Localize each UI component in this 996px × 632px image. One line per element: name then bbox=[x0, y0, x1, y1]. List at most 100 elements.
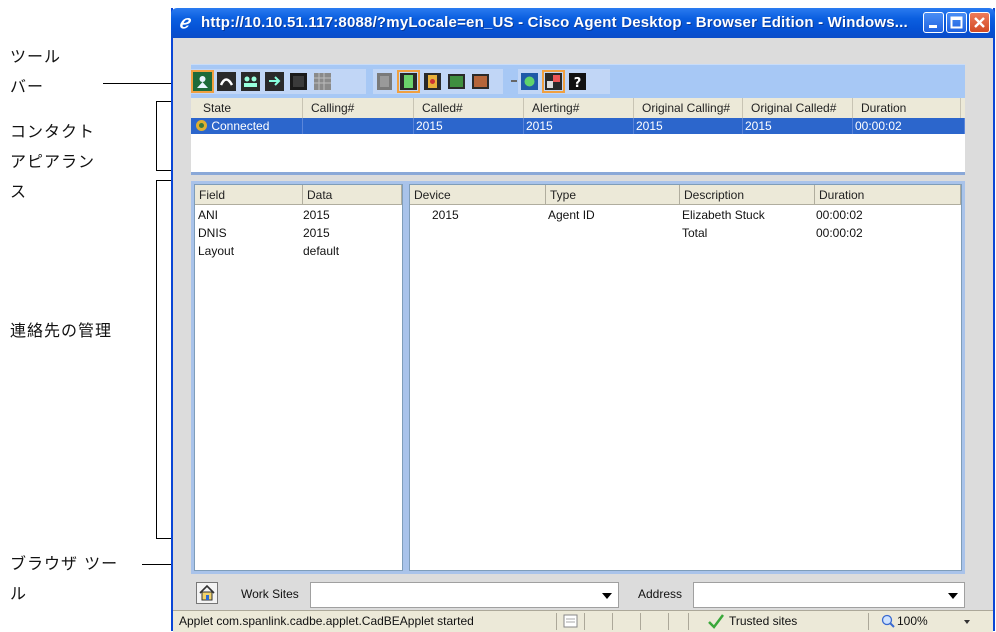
close-icon bbox=[974, 17, 985, 28]
record-icon[interactable] bbox=[470, 71, 491, 92]
status-segment bbox=[612, 613, 640, 630]
not-ready-icon[interactable] bbox=[397, 70, 420, 93]
state-value: Connected bbox=[211, 119, 270, 133]
keypad-icon[interactable] bbox=[312, 71, 333, 92]
cell-original-calling: 2015 bbox=[634, 118, 743, 134]
zone-label: Trusted sites bbox=[729, 614, 798, 628]
cell-calling bbox=[303, 118, 414, 134]
work-icon[interactable] bbox=[422, 71, 443, 92]
title-bar[interactable]: ℯ http://10.10.51.117:8088/?myLocale=en_… bbox=[171, 8, 995, 38]
toolbar-separator bbox=[511, 80, 517, 82]
description-value: Elizabeth Stuck bbox=[682, 208, 765, 222]
hold-icon[interactable] bbox=[288, 71, 309, 92]
checkmark-icon bbox=[708, 614, 724, 629]
home-button[interactable] bbox=[196, 582, 218, 604]
column-calling[interactable]: Calling# bbox=[303, 98, 414, 118]
field-ani: ANI bbox=[198, 208, 219, 222]
browser-tools-bar: Work Sites Address bbox=[191, 579, 965, 609]
cell-state: Connected bbox=[191, 118, 303, 134]
toolbar-group-tools: ? bbox=[518, 69, 610, 94]
status-message: Applet com.spanlink.cadbe.applet.CadBEAp… bbox=[179, 614, 474, 628]
status-segment bbox=[668, 613, 688, 630]
total-label: Total bbox=[682, 226, 708, 240]
help-icon[interactable]: ? bbox=[567, 71, 588, 92]
type-value: Agent ID bbox=[548, 208, 595, 222]
security-zone[interactable]: Trusted sites bbox=[688, 613, 868, 630]
column-called[interactable]: Called# bbox=[414, 98, 524, 118]
minimize-icon bbox=[929, 25, 937, 28]
maximize-icon bbox=[950, 16, 963, 29]
annotation-contact-management: 連絡先の管理 bbox=[10, 321, 113, 340]
status-segment bbox=[640, 613, 668, 630]
cell-alerting: 2015 bbox=[524, 118, 634, 134]
annotation-management-bracket bbox=[156, 180, 157, 539]
duration-value: 00:00:02 bbox=[816, 208, 863, 222]
field-dnis: DNIS bbox=[198, 226, 227, 240]
column-duration[interactable]: Duration bbox=[853, 98, 961, 118]
annotation-contact-appearance: コンタクト アピアラン ス bbox=[10, 122, 96, 201]
page-icon bbox=[563, 614, 578, 628]
annotation-toolbar: ツール バー bbox=[10, 47, 62, 96]
data-ani: 2015 bbox=[303, 208, 330, 222]
window-title: http://10.10.51.117:8088/?myLocale=en_US… bbox=[201, 14, 908, 31]
field-layout: Layout bbox=[198, 244, 235, 258]
transfer-icon[interactable] bbox=[264, 71, 285, 92]
column-type[interactable]: Type bbox=[546, 185, 680, 205]
column-description[interactable]: Description bbox=[680, 185, 815, 205]
data-layout: default bbox=[303, 244, 340, 258]
column-field[interactable]: Field bbox=[195, 185, 303, 205]
column-alerting[interactable]: Alerting# bbox=[524, 98, 634, 118]
agent-state-icon[interactable] bbox=[191, 70, 214, 93]
address-dropdown[interactable] bbox=[693, 582, 965, 608]
conference-icon[interactable] bbox=[240, 71, 261, 92]
call-activity-pane: Device Type Description Duration 2015 Ag… bbox=[409, 184, 962, 571]
status-segment bbox=[584, 613, 612, 630]
agent-toolbar: ? bbox=[191, 64, 965, 98]
logout-icon[interactable] bbox=[446, 71, 467, 92]
column-original-calling[interactable]: Original Calling# bbox=[634, 98, 743, 118]
annotation-browser-tools: ブラウザ ツー ル bbox=[10, 554, 119, 603]
window-content: ? State Calling# Called# Alerting# Origi… bbox=[173, 38, 993, 610]
cell-original-called: 2015 bbox=[743, 118, 853, 134]
chevron-down-icon bbox=[602, 593, 612, 599]
home-icon bbox=[199, 584, 215, 601]
svg-text:?: ? bbox=[574, 76, 582, 91]
contact-appearance-table: State Calling# Called# Alerting# Origina… bbox=[191, 98, 965, 175]
column-activity-duration[interactable]: Duration bbox=[815, 185, 961, 205]
cell-duration: 00:00:02 bbox=[853, 118, 965, 134]
close-button[interactable] bbox=[969, 12, 990, 33]
total-duration-value: 00:00:02 bbox=[816, 226, 863, 240]
ready-icon[interactable] bbox=[374, 71, 395, 92]
answer-icon[interactable] bbox=[216, 71, 237, 92]
maximize-button[interactable] bbox=[946, 12, 967, 33]
status-segment bbox=[556, 613, 584, 630]
toolbar-group-state bbox=[373, 69, 503, 94]
contact-table-header: State Calling# Called# Alerting# Origina… bbox=[191, 98, 965, 119]
column-data[interactable]: Data bbox=[303, 185, 402, 205]
connected-icon bbox=[196, 120, 207, 131]
column-original-called[interactable]: Original Called# bbox=[743, 98, 853, 118]
toolbar-group-call bbox=[191, 69, 366, 94]
column-state[interactable]: State bbox=[191, 98, 303, 118]
status-bar: Applet com.spanlink.cadbe.applet.CadBEAp… bbox=[173, 610, 993, 632]
column-device[interactable]: Device bbox=[410, 185, 546, 205]
supervisor-icon[interactable] bbox=[542, 70, 565, 93]
device-value: 2015 bbox=[432, 208, 459, 222]
zoom-control[interactable]: 100% bbox=[868, 613, 993, 630]
chevron-down-icon bbox=[948, 593, 958, 599]
zoom-level: 100% bbox=[897, 614, 928, 628]
annotation-contact-bracket bbox=[156, 101, 157, 171]
address-label: Address bbox=[638, 587, 683, 601]
internet-explorer-icon: ℯ bbox=[179, 12, 190, 33]
work-sites-dropdown[interactable] bbox=[310, 582, 619, 608]
magnifier-icon bbox=[881, 614, 895, 628]
minimize-button[interactable] bbox=[923, 12, 944, 33]
browser-window: ℯ http://10.10.51.117:8088/?myLocale=en_… bbox=[171, 8, 995, 632]
chevron-down-icon[interactable] bbox=[964, 620, 970, 624]
work-sites-label: Work Sites bbox=[241, 587, 299, 601]
data-dnis: 2015 bbox=[303, 226, 330, 240]
enterprise-data-pane: Field Data ANI 2015 DNIS 2015 Layout def… bbox=[194, 184, 403, 571]
contact-management-panel: Field Data ANI 2015 DNIS 2015 Layout def… bbox=[191, 181, 965, 574]
contact-row-selected[interactable]: Connected 2015 2015 2015 2015 00:00:02 bbox=[191, 118, 965, 134]
chat-icon[interactable] bbox=[519, 71, 540, 92]
